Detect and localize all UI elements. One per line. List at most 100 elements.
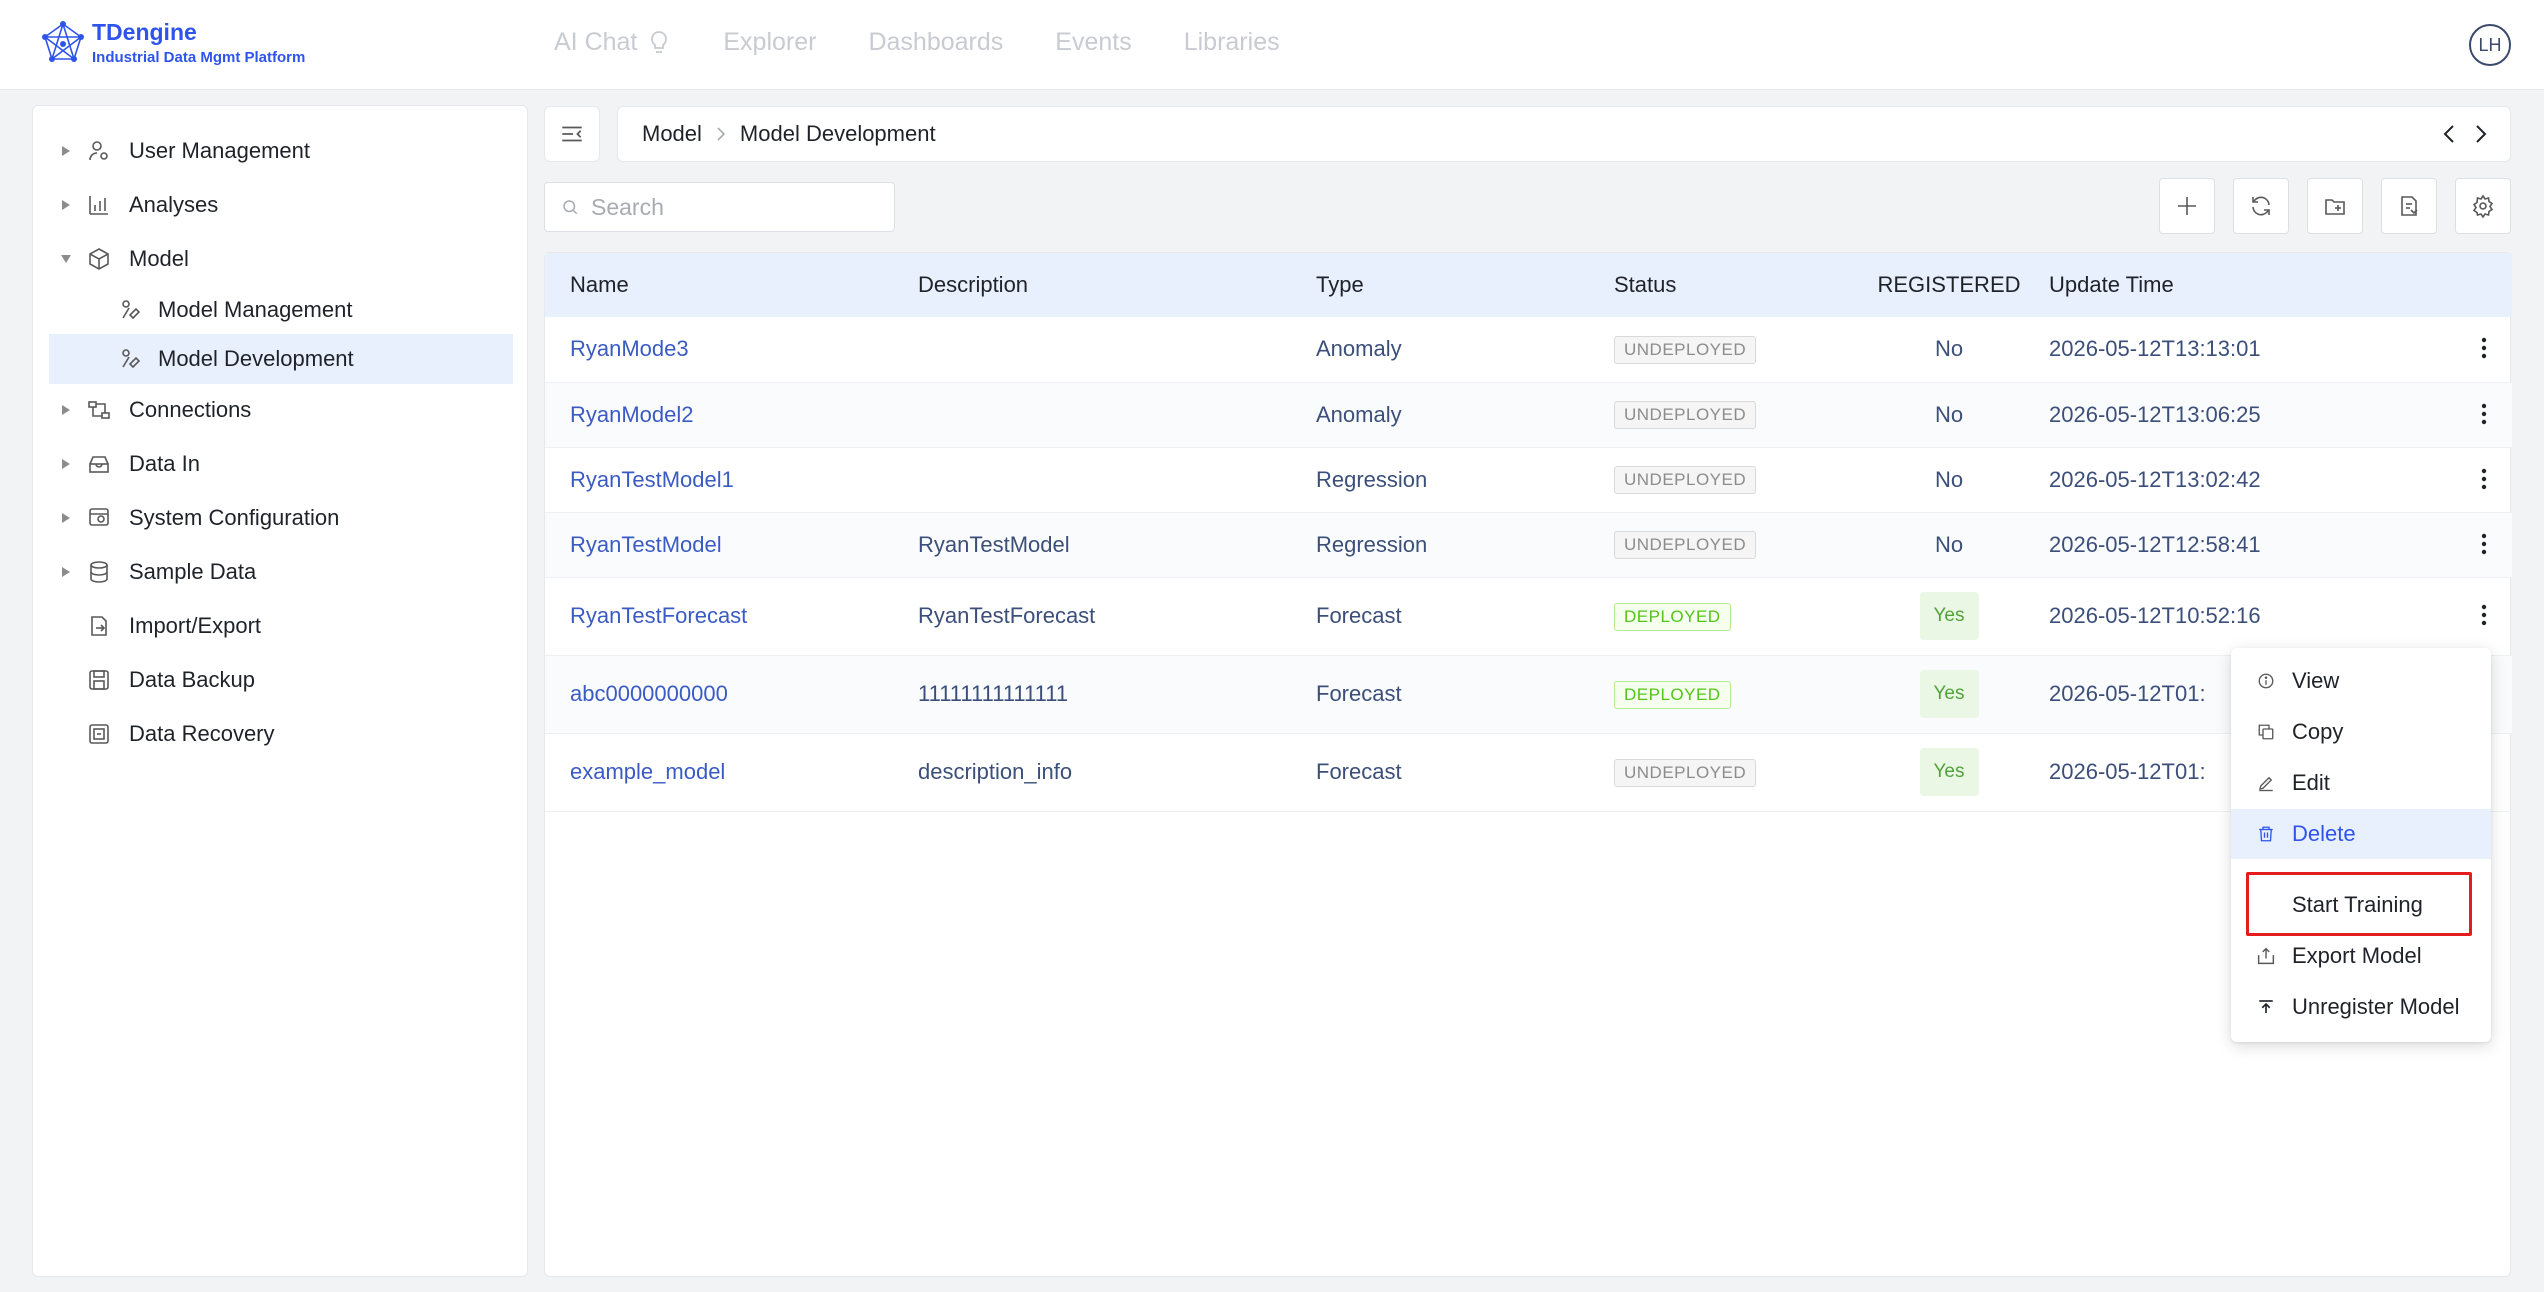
model-type: Forecast	[1316, 759, 1402, 784]
menu-item-label: Copy	[2292, 719, 2344, 744]
export-file-icon	[2401, 196, 2418, 216]
settings-button[interactable]	[2455, 178, 2511, 234]
menu-item-unregister-model[interactable]: Unregister Model	[2231, 982, 2491, 1032]
nav-explorer[interactable]: Explorer	[723, 28, 816, 57]
search-field[interactable]	[591, 193, 871, 221]
model-name-link[interactable]: RyanModel2	[545, 382, 893, 447]
breadcrumb: Model Model Development	[617, 106, 2511, 162]
update-time: 2026-05-12T12:58:41	[2049, 531, 2261, 557]
chevron-left-icon[interactable]	[2442, 123, 2456, 145]
model-icon	[117, 345, 145, 373]
column-header-type[interactable]: Type	[1291, 253, 1589, 317]
row-actions-menu: View Copy Edit Delete Start Training Exp…	[2231, 648, 2491, 1042]
backup-icon	[85, 666, 113, 694]
menu-item-label: Export Model	[2292, 943, 2422, 968]
status-badge: DEPLOYED	[1614, 680, 1731, 709]
sidebar-item-label: Analyses	[129, 192, 219, 217]
sidebar-item-analyses[interactable]: Analyses	[33, 180, 527, 230]
column-header-update-time[interactable]: Update Time	[2049, 253, 2449, 317]
model-name-link[interactable]: RyanTestForecast	[545, 577, 893, 655]
menu-item-copy[interactable]: Copy	[2231, 707, 2491, 757]
model-description: 11111111111111	[918, 681, 1069, 706]
sidebar-item-user-management[interactable]: User Management	[33, 126, 527, 176]
refresh-button[interactable]	[2233, 178, 2289, 234]
more-actions-icon[interactable]	[2474, 333, 2494, 363]
table-row: RyanModel2 Anomaly UNDEPLOYED No 2026-05…	[545, 382, 2512, 447]
sidebar-item-connections[interactable]: Connections	[33, 385, 527, 435]
table-row: example_model description_info Forecast …	[545, 733, 2512, 811]
copy-icon	[2255, 721, 2277, 743]
sidebar-item-data-backup[interactable]: Data Backup	[33, 655, 527, 705]
column-header-registered[interactable]: REGISTERED	[1849, 253, 2049, 317]
status-badge: UNDEPLOYED	[1614, 401, 1757, 429]
export-button[interactable]	[2381, 178, 2437, 234]
nav-dashboards[interactable]: Dashboards	[868, 28, 1003, 57]
status-badge: UNDEPLOYED	[1614, 531, 1757, 559]
content-panel: Name Description Type Status REGISTERED …	[544, 252, 2512, 1277]
add-button[interactable]	[2159, 178, 2215, 234]
model-type: Anomaly	[1316, 401, 1402, 427]
menu-item-edit[interactable]: Edit	[2231, 758, 2491, 808]
model-name-link[interactable]: RyanTestModel	[545, 512, 893, 577]
sidebar-item-label: Data Backup	[129, 667, 255, 692]
column-header-name[interactable]: Name	[545, 253, 893, 317]
sidebar-item-model-development[interactable]: Model Development	[49, 334, 513, 384]
column-header-status[interactable]: Status	[1589, 253, 1849, 317]
import-button[interactable]	[2307, 178, 2363, 234]
model-name-link[interactable]: abc0000000000	[545, 655, 893, 733]
sidebar-item-label: Sample Data	[129, 559, 257, 584]
collapse-sidebar-button[interactable]	[544, 106, 600, 162]
caret-right-icon	[59, 457, 73, 471]
tdengine-logo-icon	[42, 21, 84, 62]
chevron-right-icon[interactable]	[2474, 123, 2488, 145]
table-header-row: Name Description Type Status REGISTERED …	[545, 253, 2512, 317]
menu-item-delete[interactable]: Delete	[2231, 809, 2491, 859]
column-header-description[interactable]: Description	[893, 253, 1291, 317]
model-description: RyanTestModel	[918, 531, 1070, 557]
breadcrumb-item-model-development: Model Development	[739, 121, 936, 146]
connections-icon	[85, 396, 113, 424]
sidebar-item-sample-data[interactable]: Sample Data	[33, 547, 527, 597]
logo[interactable]: TDengine Industrial Data Mgmt Platform	[40, 20, 305, 66]
model-description: RyanTestForecast	[918, 603, 1096, 628]
more-actions-icon[interactable]	[2474, 399, 2494, 429]
breadcrumb-item-model[interactable]: Model	[642, 121, 702, 147]
menu-item-view[interactable]: View	[2231, 656, 2491, 706]
sidebar-item-system-configuration[interactable]: System Configuration	[33, 493, 527, 543]
model-name-link[interactable]: RyanTestModel1	[545, 447, 893, 512]
menu-fold-icon	[562, 126, 582, 142]
nav-ai-chat[interactable]: AI Chat	[554, 28, 671, 57]
sidebar-item-data-in[interactable]: Data In	[33, 439, 527, 489]
nav-events[interactable]: Events	[1055, 28, 1131, 57]
table-row: RyanTestModel1 Regression UNDEPLOYED No …	[545, 447, 2512, 512]
search-input[interactable]	[544, 182, 895, 232]
toolbar	[2159, 178, 2511, 234]
sidebar-item-label: Connections	[129, 397, 252, 422]
top-header: TDengine Industrial Data Mgmt Platform A…	[0, 0, 2544, 90]
more-actions-icon[interactable]	[2474, 529, 2494, 559]
more-actions-icon[interactable]	[2474, 600, 2494, 630]
registered-value: No	[1934, 336, 1964, 362]
sidebar-item-import-export[interactable]: Import/Export	[33, 601, 527, 651]
caret-down-icon	[59, 252, 73, 266]
avatar[interactable]: LH	[2469, 24, 2511, 66]
menu-item-label: Delete	[2292, 821, 2356, 846]
menu-item-export-model[interactable]: Export Model	[2231, 931, 2491, 981]
update-time: 2026-05-12T13:02:42	[2049, 466, 2261, 492]
table-row: RyanTestModel RyanTestModel Regression U…	[545, 512, 2512, 577]
model-name-link[interactable]: example_model	[545, 733, 893, 811]
caret-right-icon	[59, 144, 73, 158]
menu-item-start-training[interactable]: Start Training	[2231, 880, 2491, 930]
more-actions-icon[interactable]	[2474, 464, 2494, 494]
menu-item-label: Unregister Model	[2292, 994, 2460, 1019]
model-type: Forecast	[1316, 681, 1402, 706]
sidebar-item-model-management[interactable]: Model Management	[33, 285, 527, 335]
sidebar-item-model[interactable]: Model	[33, 234, 527, 284]
import-export-icon	[85, 612, 113, 640]
sidebar-item-data-recovery[interactable]: Data Recovery	[33, 709, 527, 759]
registered-badge: Yes	[1919, 748, 1979, 796]
nav-libraries[interactable]: Libraries	[1184, 28, 1280, 57]
refresh-icon	[2252, 196, 2270, 216]
model-name-link[interactable]: RyanMode3	[545, 317, 893, 382]
column-header-actions	[2449, 253, 2512, 317]
